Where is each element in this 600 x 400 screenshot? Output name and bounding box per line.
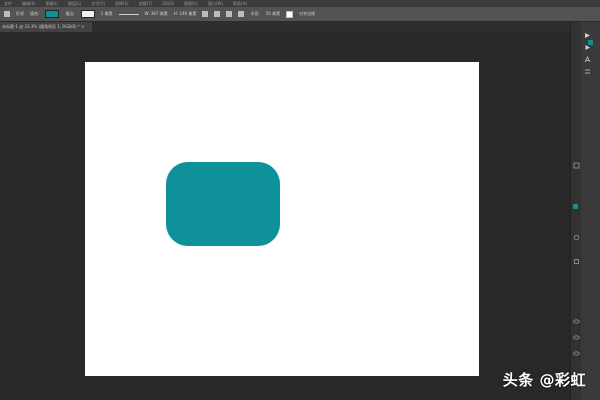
fill-label: 填充: <box>30 11 40 16</box>
document-tab-bar: 未标题-1 @ 33.3% (圆角矩形 1, RGB/8) * × <box>0 22 600 32</box>
path-arrangement-icon[interactable] <box>226 11 233 17</box>
stroke-label: 描边: <box>65 11 75 16</box>
menu-bar: 文件 编辑(E) 图像(I) 图层(L) 文字(Y) 选择(S) 滤镜(T) 3… <box>0 0 600 7</box>
stroke-color-swatch[interactable] <box>80 10 95 18</box>
menu-view[interactable]: 视图(V) <box>184 0 198 7</box>
align-edges-checkbox[interactable] <box>286 10 294 18</box>
eye-icon[interactable] <box>573 318 580 325</box>
align-edges-label: 对齐边缘 <box>299 11 316 16</box>
radius-label: 半径: <box>250 11 260 16</box>
watermark: 头条 @彩虹 <box>502 371 586 389</box>
channels-icon[interactable] <box>573 258 580 265</box>
menu-image[interactable]: 图像(I) <box>46 0 58 7</box>
gear-icon[interactable] <box>238 11 245 17</box>
menu-filter[interactable]: 滤镜(T) <box>139 0 153 7</box>
radius-field[interactable]: 50 像素 <box>266 11 280 17</box>
width-field[interactable]: W: 367 像素 <box>145 11 168 17</box>
menu-file[interactable]: 文件 <box>4 0 12 7</box>
fill-color-swatch[interactable] <box>45 10 60 18</box>
eye-icon-3[interactable] <box>573 350 580 357</box>
height-field[interactable]: H: 249 像素 <box>174 11 197 17</box>
layer-color-icon <box>573 204 578 209</box>
shape-mode-select[interactable]: 形状 <box>16 11 24 17</box>
rounded-rectangle-tool-icon[interactable] <box>4 11 10 17</box>
menu-help[interactable]: 帮助(H) <box>233 0 247 7</box>
document-tab[interactable]: 未标题-1 @ 33.3% (圆角矩形 1, RGB/8) * × <box>0 22 92 32</box>
layers-icon[interactable] <box>573 162 580 169</box>
menu-window[interactable]: 窗口(W) <box>208 0 223 7</box>
menu-type[interactable]: 文字(Y) <box>91 0 105 7</box>
right-panel-dock <box>573 22 600 400</box>
menu-select[interactable]: 选择(S) <box>115 0 129 7</box>
brush-icon[interactable] <box>573 234 580 241</box>
eye-icon-2[interactable] <box>573 334 580 341</box>
menu-edit[interactable]: 编辑(E) <box>22 0 36 7</box>
swap-icon[interactable] <box>584 68 591 75</box>
play-icon[interactable] <box>584 44 591 51</box>
options-bar: 形状 填充: 描边: 1 像素 W: 367 像素 H: 249 像素 半径: … <box>0 7 600 22</box>
menu-layer[interactable]: 图层(L) <box>68 0 81 7</box>
color-swatch-icon[interactable] <box>588 40 593 45</box>
path-operations-icon[interactable] <box>202 11 209 17</box>
stroke-type-select[interactable] <box>118 13 139 15</box>
document-tab-title: 未标题-1 @ 33.3% (圆角矩形 1, RGB/8) * × <box>2 24 85 29</box>
path-alignment-icon[interactable] <box>214 11 221 17</box>
rounded-rectangle-shape[interactable] <box>166 162 280 246</box>
character-icon[interactable] <box>584 56 591 63</box>
history-icon[interactable] <box>584 32 591 39</box>
document-canvas[interactable] <box>85 62 479 376</box>
stroke-size-field[interactable]: 1 像素 <box>101 11 113 17</box>
menu-3d[interactable]: 3D(D) <box>162 0 174 7</box>
